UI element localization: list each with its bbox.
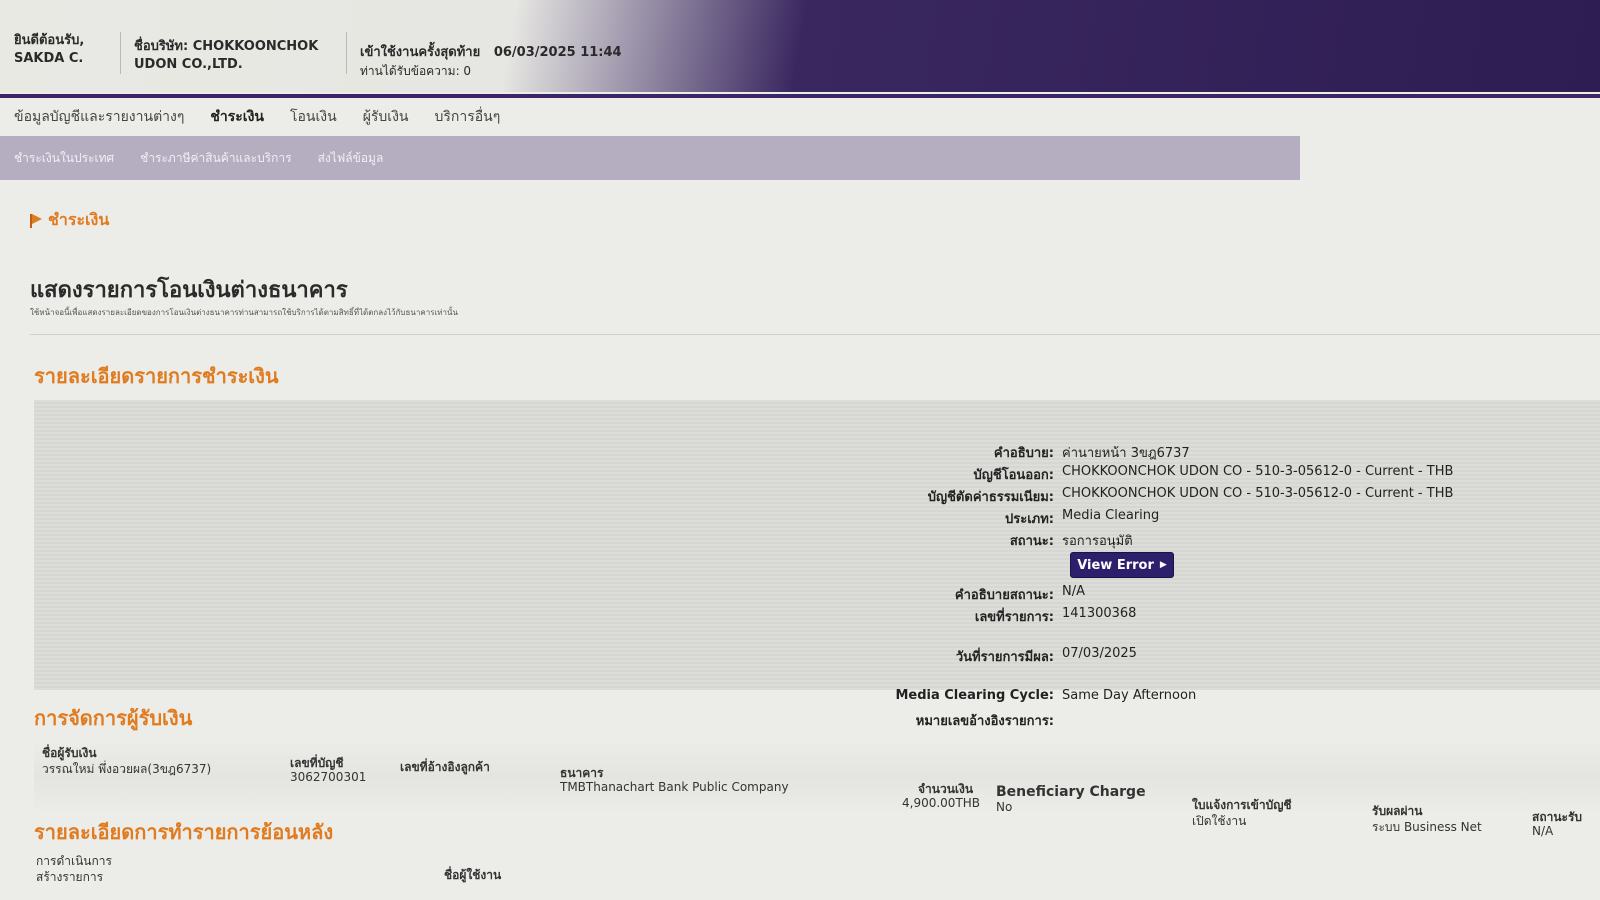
section-title-history: รายละเอียดการทำรายการย้อนหลัง [34, 820, 334, 844]
detail-row-reference-no: หมายเลขอ้างอิงรายการ: [0, 710, 1600, 730]
sub-nav: ชำระเงินในประเทศ ชำระภาษีค่าสินค้าและบริ… [0, 136, 1300, 180]
view-error-label: View Error [1077, 557, 1154, 573]
breadcrumb-label[interactable]: ชำระเงิน [48, 208, 109, 233]
detail-label: เลขที่รายการ: [974, 610, 1054, 625]
payee-name: วรรณใหม่ พึ่งอวยผล(3ขฎ6737) [42, 762, 212, 776]
company-block: ชื่อบริษัท: CHOKKOONCHOK UDON CO.,LTD. [134, 38, 318, 74]
payee-table-band [34, 740, 1600, 814]
divider [30, 334, 1600, 335]
last-login-value: 06/03/2025 11:44 [493, 45, 622, 60]
payee-beneficiary-charge: No [996, 800, 1013, 814]
view-error-button[interactable]: View Error ▶ [1070, 552, 1174, 578]
last-login-block: เข้าใช้งานครั้งสุดท้าย 06/03/2025 11:44 … [360, 44, 622, 80]
last-login-label: เข้าใช้งานครั้งสุดท้าย [360, 45, 481, 60]
detail-value: 07/03/2025 [1062, 646, 1137, 661]
detail-value: Same Day Afternoon [1062, 688, 1197, 703]
payee-account-no: 3062700301 [290, 770, 367, 784]
breadcrumb: ชำระเงิน [30, 208, 109, 233]
main-nav: ข้อมูลบัญชีและรายงานต่างๆ ชำระเงิน โอนเง… [0, 98, 1600, 136]
detail-label: บัญชีตัดค่าธรรมเนียม: [927, 490, 1054, 505]
caret-right-icon: ▶ [1159, 560, 1167, 570]
nav-item-payees[interactable]: ผู้รับเงิน [363, 106, 409, 128]
header-divider [346, 32, 347, 74]
header-divider [120, 32, 121, 74]
nav-item-accounts-reports[interactable]: ข้อมูลบัญชีและรายงานต่างๆ [14, 106, 184, 128]
welcome-label: ยินดีต้อนรับ, [14, 33, 85, 48]
detail-value: ค่านายหน้า 3ขฎ6737 [1062, 446, 1190, 461]
detail-label: คำอธิบายสถานะ: [954, 588, 1054, 603]
status-value: รอการอนุมัติ [1062, 534, 1133, 549]
subnav-item-file-upload[interactable]: ส่งไฟล์ข้อมูล [318, 149, 384, 168]
nav-item-other-services[interactable]: บริการอื่นๆ [435, 106, 501, 128]
detail-value: 141300368 [1062, 606, 1137, 621]
company-name-line1: ชื่อบริษัท: CHOKKOONCHOK [134, 39, 319, 54]
subnav-item-domestic-payment[interactable]: ชำระเงินในประเทศ [14, 149, 114, 168]
detail-label: ประเภท: [1005, 512, 1054, 527]
col-header-beneficiary-charge: Beneficiary Charge [996, 784, 1146, 800]
detail-row-status-description: คำอธิบายสถานะ: N/A [0, 584, 1600, 604]
nav-item-transfer[interactable]: โอนเงิน [290, 106, 337, 128]
user-name: SAKDA C. [14, 51, 84, 66]
detail-row-type: ประเภท: Media Clearing [0, 508, 1600, 528]
nav-item-payment[interactable]: ชำระเงิน [210, 106, 264, 128]
detail-row-status: สถานะ: รอการอนุมัติ [0, 530, 1600, 550]
detail-row-transaction-no: เลขที่รายการ: 141300368 [0, 606, 1600, 626]
detail-label: คำอธิบาย: [993, 446, 1054, 461]
payee-bank: TMBThanachart Bank Public Company [560, 780, 789, 794]
section-title-payee-management: การจัดการผู้รับเงิน [34, 706, 193, 730]
detail-row-debit-account: บัญชีโอนออก: CHOKKOONCHOK UDON CO - 510-… [0, 464, 1600, 484]
payee-amount: 4,900.00THB [902, 796, 981, 810]
detail-value: N/A [1062, 584, 1085, 599]
detail-value: Media Clearing [1062, 508, 1160, 523]
detail-row-effective-date: วันที่รายการมีผล: 07/03/2025 [0, 646, 1600, 666]
page-title: แสดงรายการโอนเงินต่างธนาคาร [30, 278, 348, 303]
col-header-user: ชื่อผู้ใช้งาน [444, 868, 502, 882]
welcome-block: ยินดีต้อนรับ, SAKDA C. [14, 32, 84, 68]
detail-label: วันที่รายการมีผล: [955, 650, 1054, 665]
company-name-line2: UDON CO.,LTD. [134, 57, 243, 72]
detail-label: สถานะ: [1009, 534, 1054, 549]
payee-receive-status: N/A [1532, 824, 1554, 838]
section-title-payment-details: รายละเอียดรายการชำระเงิน [34, 364, 279, 388]
page-description: ใช้หน้าจอนี้เพื่อแสดงรายละเอียดของการโอน… [30, 308, 458, 317]
messages-count[interactable]: ท่านได้รับข้อความ: 0 [360, 62, 622, 80]
detail-row-description: คำอธิบาย: ค่านายหน้า 3ขฎ6737 [0, 442, 1600, 462]
flag-icon [30, 213, 42, 228]
detail-value: CHOKKOONCHOK UDON CO - 510-3-05612-0 - C… [1062, 464, 1454, 479]
detail-label: Media Clearing Cycle: [895, 688, 1054, 703]
detail-value: CHOKKOONCHOK UDON CO - 510-3-05612-0 - C… [1062, 486, 1454, 501]
payee-receive-via: ระบบ Business Net [1372, 820, 1482, 834]
detail-row-clearing-cycle: Media Clearing Cycle: Same Day Afternoon [0, 688, 1600, 708]
detail-label: หมายเลขอ้างอิงรายการ: [915, 714, 1054, 729]
detail-label: บัญชีโอนออก: [973, 468, 1054, 483]
history-action-value: สร้างรายการ [36, 870, 104, 884]
detail-row-fee-account: บัญชีตัดค่าธรรมเนียม: CHOKKOONCHOK UDON … [0, 486, 1600, 506]
top-header: ยินดีต้อนรับ, SAKDA C. ชื่อบริษัท: CHOKK… [0, 0, 1600, 92]
payee-credit-advice: เปิดใช้งาน [1192, 814, 1247, 828]
subnav-item-tax-payment[interactable]: ชำระภาษีค่าสินค้าและบริการ [140, 149, 291, 168]
col-header-customer-ref: เลขที่อ้างอิงลูกค้า [400, 760, 490, 774]
